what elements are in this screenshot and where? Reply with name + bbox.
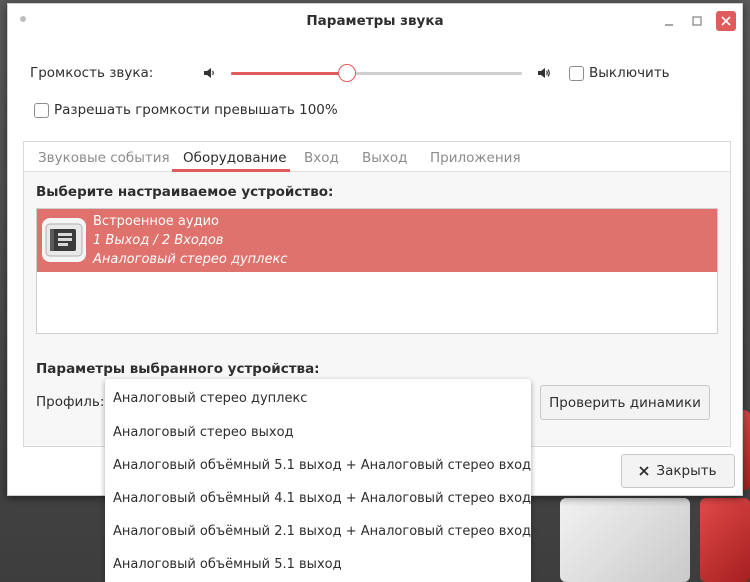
overamplify-checkbox[interactable]: [34, 103, 49, 118]
volume-slider-fill: [231, 72, 348, 75]
test-speakers-button[interactable]: Проверить динамики: [540, 385, 710, 420]
list-item[interactable]: Встроенное аудио 1 Выход / 2 Входов Анал…: [37, 209, 717, 272]
profile-label: Профиль:: [36, 394, 105, 410]
tab-sound-events[interactable]: Звуковые события: [38, 150, 170, 166]
profile-option[interactable]: Аналоговый стерео дуплекс: [113, 391, 307, 406]
device-profile: Аналоговый стерео дуплекс: [93, 252, 288, 267]
profile-dropdown-menu: Аналоговый стерео дуплекс Аналоговый сте…: [105, 379, 531, 582]
profile-option[interactable]: Аналоговый объёмный 5.1 выход: [113, 557, 342, 572]
mute-label: Выключить: [589, 65, 670, 81]
overamplify-label: Разрешать громкости превышать 100%: [54, 102, 338, 118]
tab-input[interactable]: Вход: [304, 150, 339, 166]
minimize-button[interactable]: [660, 12, 678, 30]
maximize-button[interactable]: [688, 12, 706, 30]
profile-option[interactable]: Аналоговый объёмный 4.1 выход + Аналогов…: [113, 491, 531, 506]
title-bar: Параметры звука: [8, 4, 742, 38]
mute-checkbox[interactable]: [569, 66, 584, 81]
profile-option[interactable]: Аналоговый стерео выход: [113, 425, 294, 440]
device-ports: 1 Выход / 2 Входов: [93, 233, 224, 248]
background-cube: [560, 498, 690, 582]
volume-label: Громкость звука:: [30, 65, 154, 81]
minimize-icon: [665, 24, 673, 26]
close-icon: [721, 16, 731, 26]
device-settings-title: Параметры выбранного устройства:: [36, 361, 320, 377]
tab-bar: Звуковые события Оборудование Вход Выход…: [24, 142, 730, 172]
active-tab-indicator: [172, 169, 290, 172]
tab-hardware[interactable]: Оборудование: [183, 150, 287, 166]
profile-option[interactable]: Аналоговый объёмный 2.1 выход + Аналогов…: [113, 524, 531, 539]
select-device-title: Выберите настраиваемое устройство:: [36, 184, 334, 200]
window-title: Параметры звука: [306, 13, 444, 29]
volume-slider[interactable]: [231, 64, 522, 82]
close-button-label: Закрыть: [656, 463, 717, 479]
tab-output[interactable]: Выход: [362, 150, 408, 166]
close-window-button[interactable]: [716, 11, 736, 31]
close-button[interactable]: Закрыть: [621, 454, 735, 488]
window-menu-icon[interactable]: [20, 16, 26, 22]
background-cube: [700, 498, 750, 582]
volume-row: Громкость звука: Выключить: [30, 62, 730, 86]
volume-low-icon: [204, 68, 214, 78]
tab-applications[interactable]: Приложения: [430, 150, 521, 166]
maximize-icon: [692, 16, 702, 26]
volume-high-icon: [538, 68, 550, 78]
sound-card-icon: [42, 218, 86, 262]
profile-option[interactable]: Аналоговый объёмный 5.1 выход + Аналогов…: [113, 458, 531, 473]
device-list: Встроенное аудио 1 Выход / 2 Входов Анал…: [36, 208, 718, 334]
device-name: Встроенное аудио: [93, 214, 219, 229]
volume-slider-handle[interactable]: [338, 64, 357, 82]
close-icon: [639, 466, 650, 476]
